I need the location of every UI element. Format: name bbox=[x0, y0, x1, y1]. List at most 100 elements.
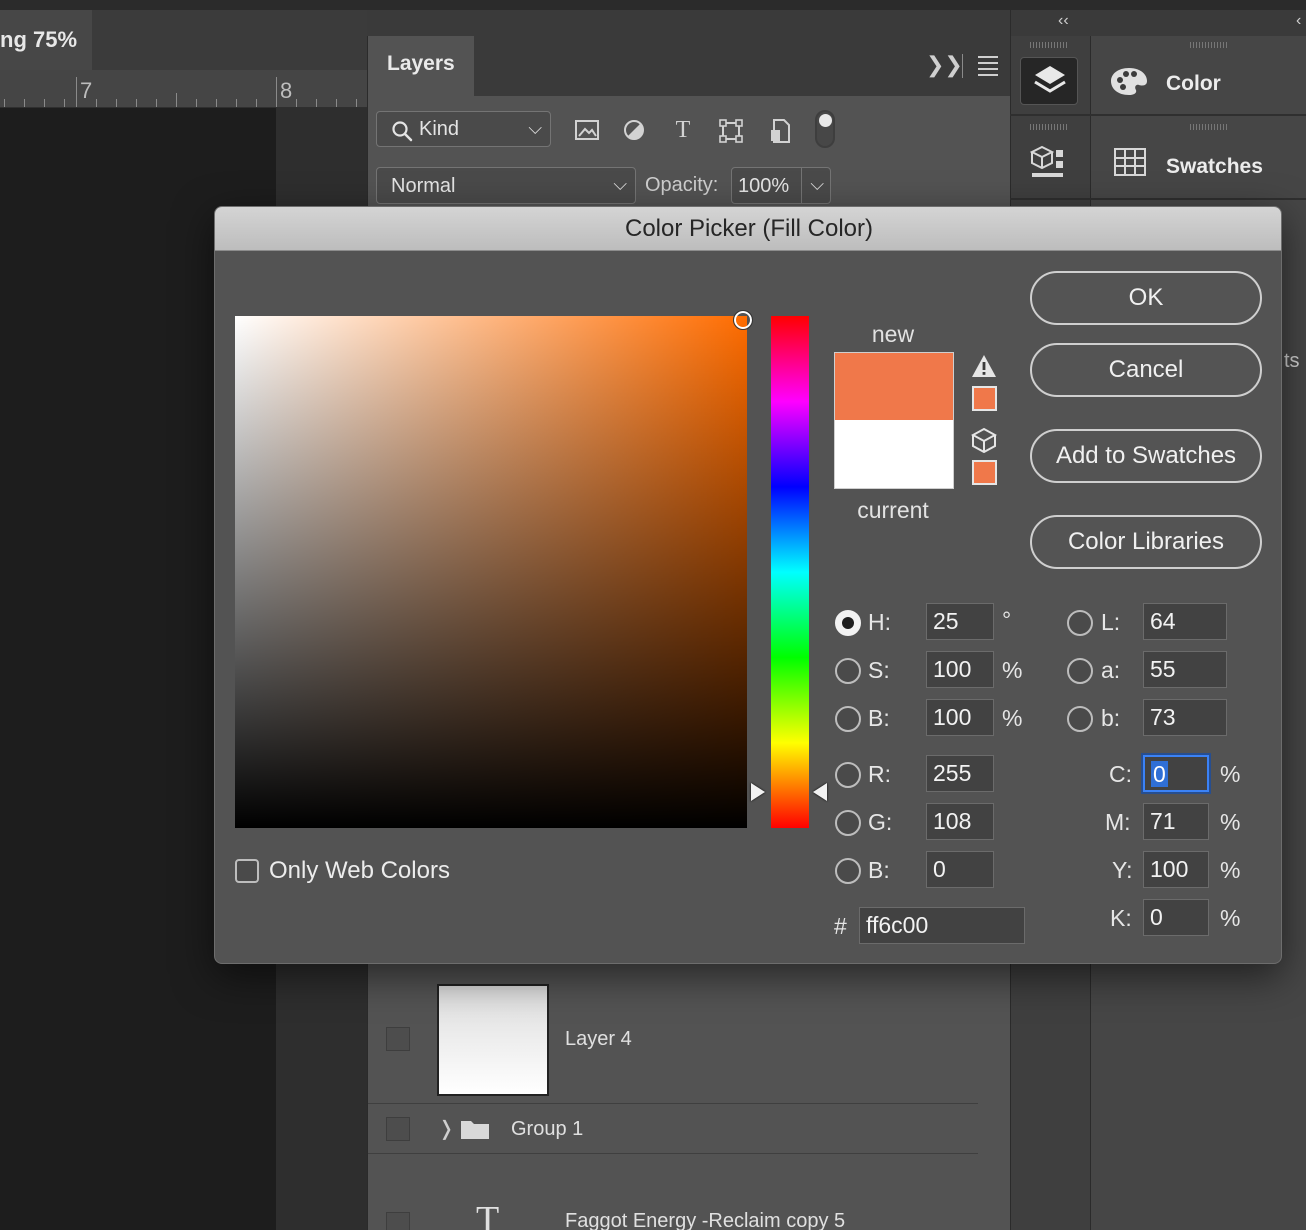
chevron-down-icon[interactable]: ⌵ bbox=[810, 174, 824, 195]
saturation-input[interactable]: 100 bbox=[926, 651, 994, 688]
blue-label: B: bbox=[868, 857, 890, 883]
chevron-down-icon: ⌵ bbox=[528, 118, 542, 138]
blend-mode-select[interactable]: Normal ⌵ bbox=[376, 167, 636, 204]
gamut-warning-icon[interactable] bbox=[971, 353, 997, 379]
layer-name: Group 1 bbox=[511, 1118, 584, 1140]
dock-grip[interactable] bbox=[1190, 42, 1228, 48]
3d-panel-icon[interactable] bbox=[1030, 144, 1066, 180]
document-tabbar bbox=[92, 10, 367, 70]
panel-menu-icon[interactable] bbox=[978, 56, 998, 80]
magenta-input[interactable]: 71 bbox=[1143, 803, 1209, 840]
swatches-grid-icon[interactable] bbox=[1114, 148, 1146, 176]
new-color-label: new bbox=[871, 321, 915, 347]
green-input[interactable]: 108 bbox=[926, 803, 994, 840]
horizontal-ruler: 7 8 bbox=[0, 70, 367, 108]
opacity-input[interactable]: 100% ⌵ bbox=[731, 167, 831, 204]
layer-row[interactable]: T Faggot Energy -Reclaim copy 5 bbox=[368, 1154, 978, 1230]
color-picker-dialog: Color Picker (Fill Color) new current OK… bbox=[214, 206, 1282, 964]
chevron-down-icon: ⌵ bbox=[613, 174, 627, 194]
smart-object-filter-icon[interactable] bbox=[768, 118, 792, 144]
tab-layers[interactable]: Layers bbox=[368, 36, 474, 96]
saturation-radio[interactable] bbox=[835, 658, 861, 684]
only-web-colors-checkbox[interactable] bbox=[235, 859, 259, 883]
dialog-titlebar[interactable]: Color Picker (Fill Color) bbox=[215, 207, 1281, 251]
lab-a-label: a: bbox=[1101, 657, 1121, 683]
current-color-swatch[interactable] bbox=[834, 420, 954, 489]
dock-grip[interactable] bbox=[1190, 124, 1228, 130]
color-field-cursor[interactable] bbox=[733, 310, 753, 330]
green-radio[interactable] bbox=[835, 810, 861, 836]
blue-input[interactable]: 0 bbox=[926, 851, 994, 888]
only-web-colors-label[interactable]: Only Web Colors bbox=[269, 857, 450, 885]
collapse-panel-icon[interactable]: ❯❯ bbox=[926, 52, 963, 78]
swatches-panel-tab[interactable]: Swatches bbox=[1166, 155, 1263, 179]
dock-grip[interactable] bbox=[1030, 124, 1068, 130]
layer-row[interactable]: Layer 4 bbox=[368, 974, 978, 1104]
red-radio[interactable] bbox=[835, 762, 861, 788]
color-panel-tab[interactable]: Color bbox=[1166, 72, 1221, 96]
visibility-toggle[interactable] bbox=[386, 1117, 410, 1141]
color-palette-icon[interactable] bbox=[1110, 66, 1148, 96]
document-tab[interactable]: ng 75% bbox=[0, 10, 92, 70]
brightness-radio[interactable] bbox=[835, 706, 861, 732]
percent-unit: % bbox=[1220, 809, 1241, 835]
lab-a-input[interactable]: 55 bbox=[1143, 651, 1227, 688]
ok-button[interactable]: OK bbox=[1030, 271, 1262, 325]
hidden-panel-label[interactable]: ts bbox=[1284, 350, 1300, 373]
dock-grip[interactable] bbox=[1030, 42, 1068, 48]
filter-toggle[interactable] bbox=[815, 110, 835, 148]
collapse-dock-icon[interactable]: ‹‹ bbox=[1058, 12, 1069, 30]
lab-b-radio[interactable] bbox=[1067, 706, 1093, 732]
lab-b-input[interactable]: 73 bbox=[1143, 699, 1227, 736]
hue-slider-handle-left[interactable] bbox=[751, 783, 765, 801]
gamut-correction-swatch[interactable] bbox=[972, 386, 997, 411]
type-layer-icon: T bbox=[476, 1199, 500, 1230]
ruler-mark-7: 7 bbox=[80, 78, 93, 103]
brightness-label: B: bbox=[868, 705, 890, 731]
dock-separator bbox=[1010, 114, 1306, 116]
web-safe-swatch[interactable] bbox=[972, 460, 997, 485]
layers-panel-icon[interactable] bbox=[1020, 57, 1078, 105]
shape-layer-filter-icon[interactable] bbox=[718, 118, 744, 144]
saturation-label: S: bbox=[868, 657, 890, 683]
black-input[interactable]: 0 bbox=[1143, 899, 1209, 936]
collapse-dock-icon[interactable]: ‹ bbox=[1296, 12, 1301, 30]
filter-kind-select[interactable]: Kind ⌵ bbox=[376, 111, 551, 147]
green-label: G: bbox=[868, 809, 893, 835]
yellow-label: Y: bbox=[1112, 857, 1133, 883]
layer-row[interactable]: ❭ Group 1 bbox=[368, 1104, 978, 1154]
lightness-radio[interactable] bbox=[1067, 610, 1093, 636]
panel-separator bbox=[962, 54, 963, 78]
layer-name: Faggot Energy -Reclaim copy 5 bbox=[565, 1210, 846, 1230]
color-libraries-button[interactable]: Color Libraries bbox=[1030, 515, 1262, 569]
saturation-brightness-field[interactable] bbox=[235, 316, 747, 828]
magenta-label: M: bbox=[1105, 809, 1131, 835]
cancel-button[interactable]: Cancel bbox=[1030, 343, 1262, 397]
red-input[interactable]: 255 bbox=[926, 755, 994, 792]
cyan-input[interactable]: 0 bbox=[1143, 755, 1209, 792]
hue-slider-handle-right[interactable] bbox=[813, 783, 827, 801]
percent-unit: % bbox=[1002, 657, 1023, 683]
opacity-value: 100% bbox=[738, 175, 790, 197]
brightness-input[interactable]: 100 bbox=[926, 699, 994, 736]
visibility-toggle[interactable] bbox=[386, 1027, 410, 1051]
adjustment-layer-filter-icon[interactable] bbox=[622, 118, 646, 142]
lab-a-radio[interactable] bbox=[1067, 658, 1093, 684]
expand-chevron-icon[interactable]: ❭ bbox=[438, 1116, 455, 1141]
top-strip bbox=[0, 0, 1306, 10]
lightness-input[interactable]: 64 bbox=[1143, 603, 1227, 640]
blue-radio[interactable] bbox=[835, 858, 861, 884]
hue-radio[interactable] bbox=[835, 610, 861, 636]
visibility-toggle[interactable] bbox=[386, 1212, 410, 1230]
hue-slider[interactable] bbox=[771, 316, 809, 828]
percent-unit: % bbox=[1220, 761, 1241, 787]
pixel-layer-filter-icon[interactable] bbox=[574, 118, 600, 142]
red-label: R: bbox=[868, 761, 891, 787]
hex-input[interactable]: ff6c00 bbox=[859, 907, 1025, 944]
hue-input[interactable]: 25 bbox=[926, 603, 994, 640]
yellow-input[interactable]: 100 bbox=[1143, 851, 1209, 888]
folder-icon bbox=[461, 1121, 489, 1139]
type-layer-filter-icon[interactable]: T bbox=[669, 116, 697, 144]
web-safe-cube-icon[interactable] bbox=[971, 427, 997, 453]
add-to-swatches-button[interactable]: Add to Swatches bbox=[1030, 429, 1262, 483]
